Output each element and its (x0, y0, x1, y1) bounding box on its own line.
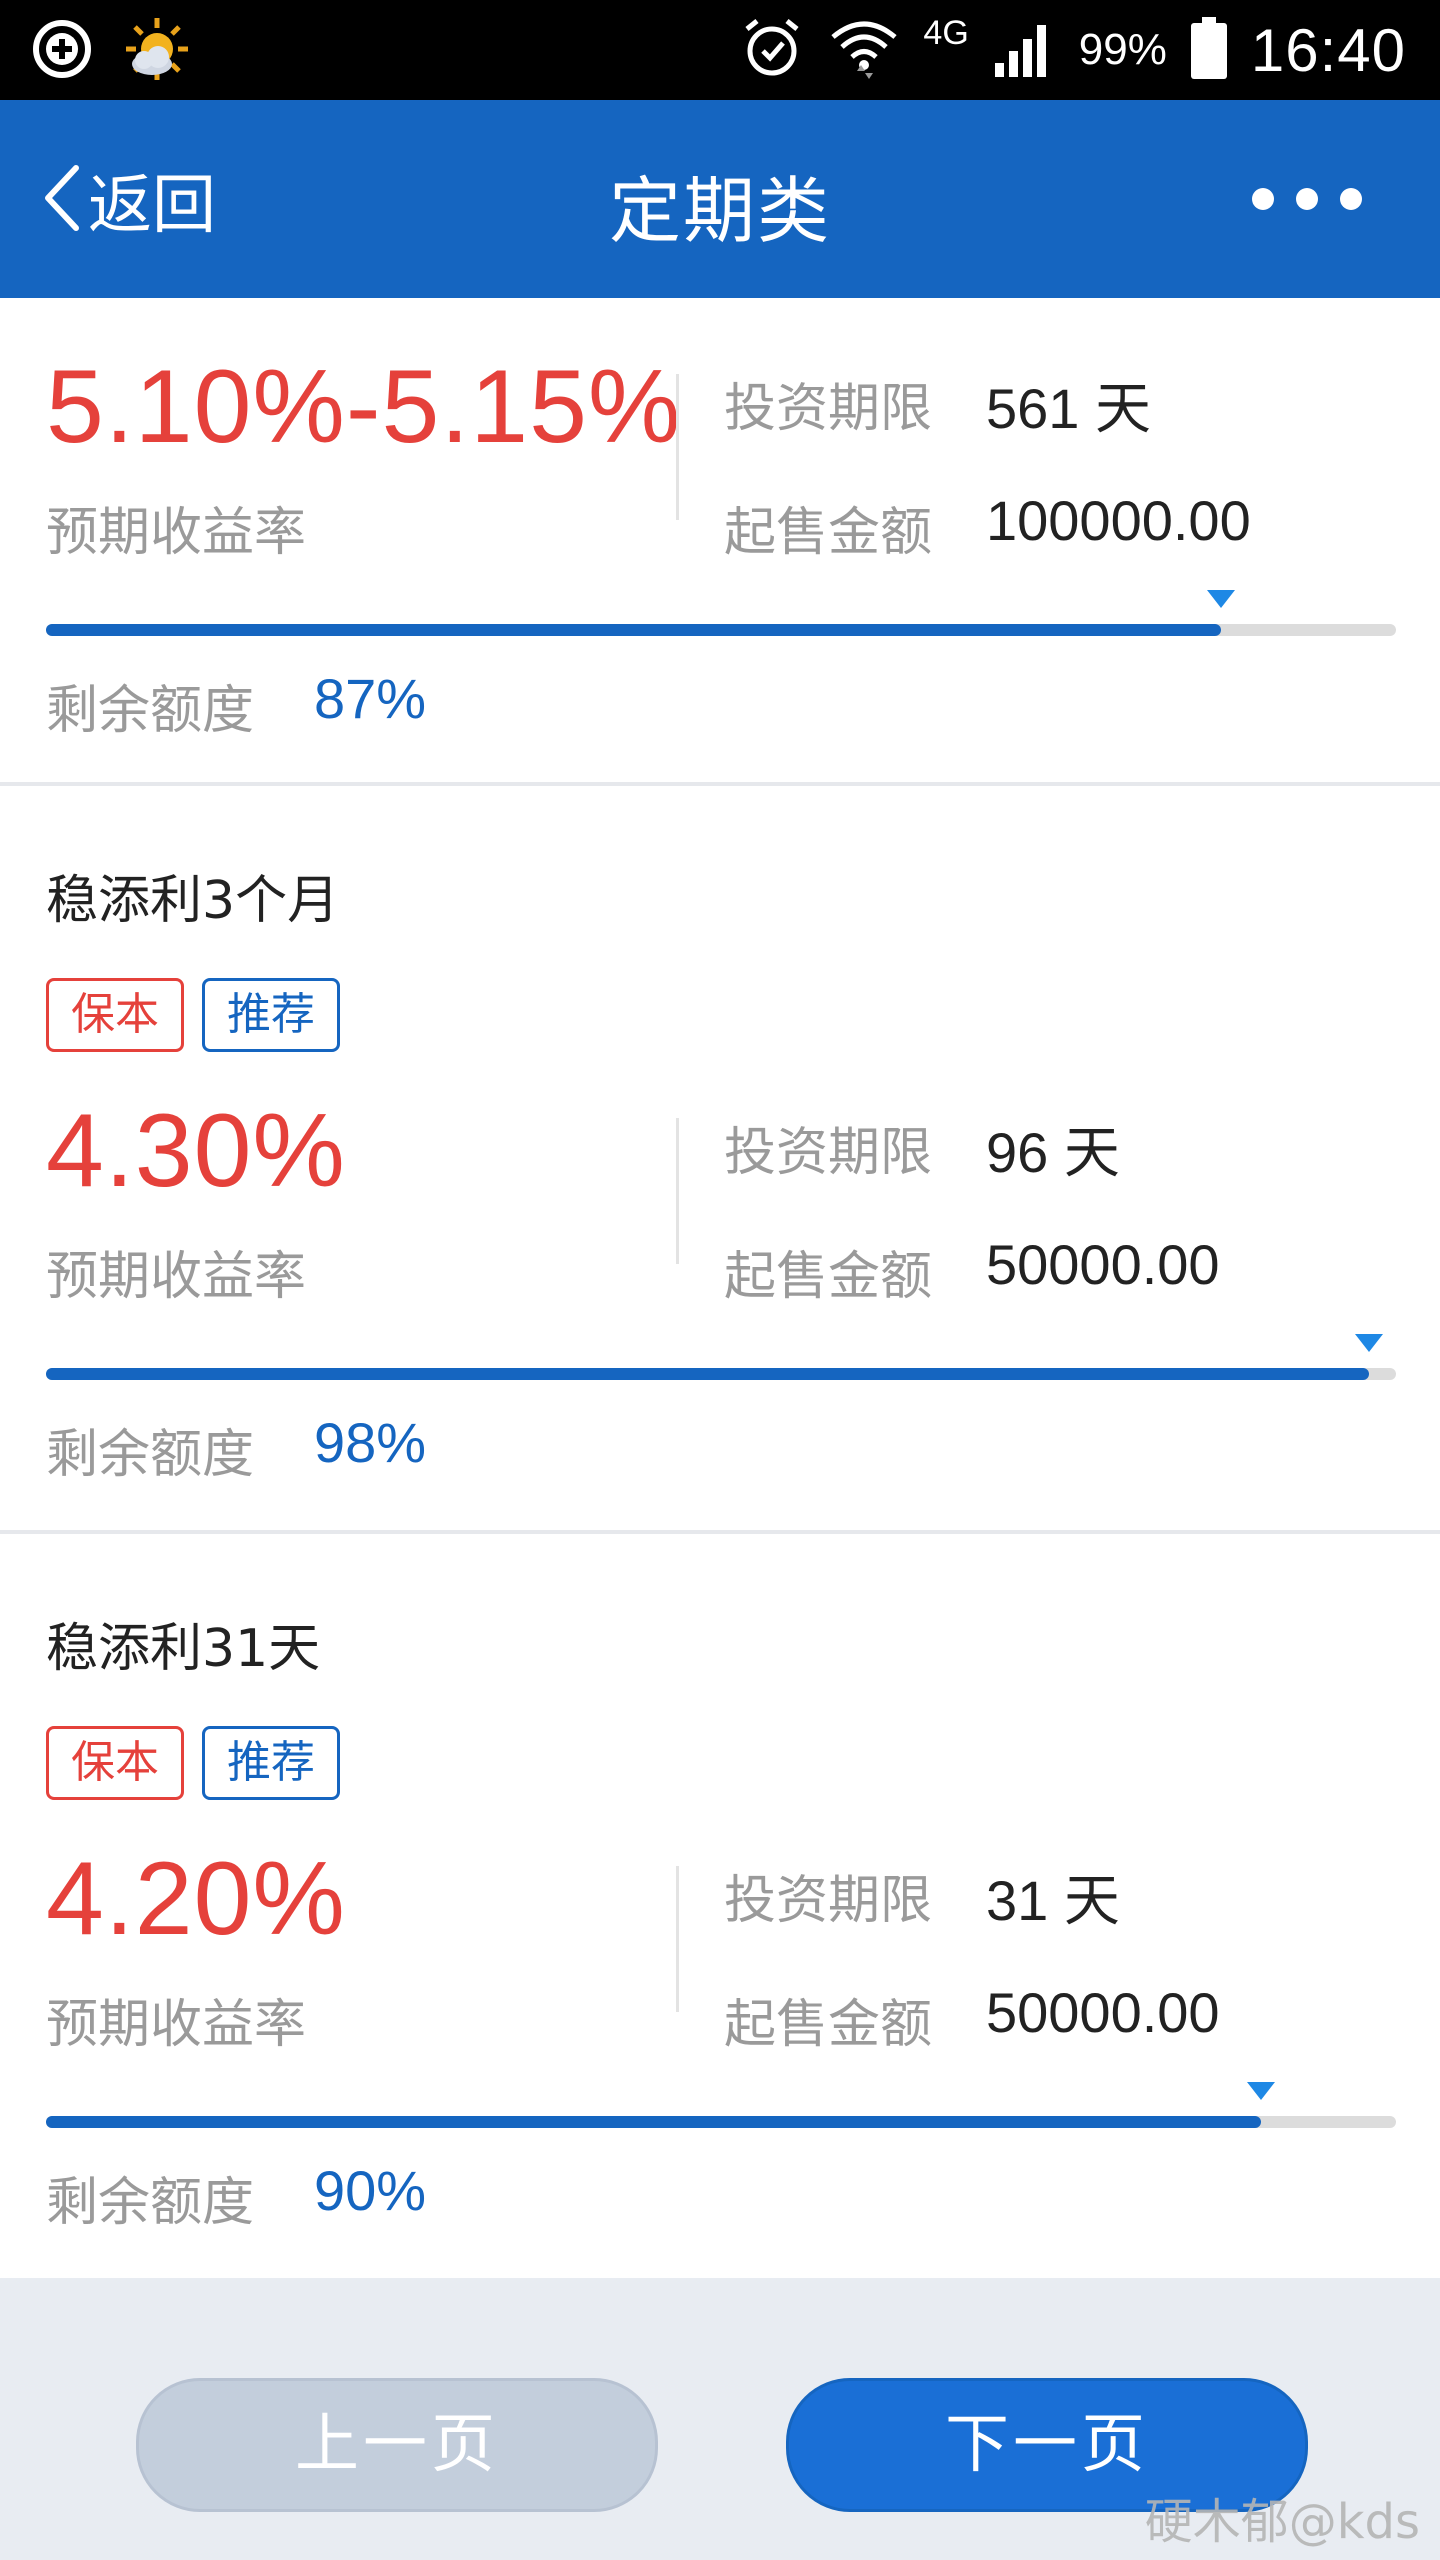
min-amount-value: 50000.00 (986, 1233, 1220, 1296)
progress-marker-icon (1206, 590, 1235, 608)
more-options-button[interactable] (1252, 184, 1362, 214)
wifi-icon (827, 13, 901, 87)
tag-guaranteed: 保本 (46, 978, 184, 1052)
progress-marker-icon (1355, 1334, 1383, 1352)
product-card[interactable]: 稳添利31天 保本 推荐 4.20% 预期收益率 投资期限 31 天 起售金额 … (0, 1534, 1440, 2278)
product-list: 5.10%-5.15% 预期收益率 投资期限 561 天 起售金额 100000… (0, 298, 1440, 2278)
status-bar-right: 4G 99% 16:40 (739, 10, 1406, 90)
progress-fill (46, 624, 1221, 636)
previous-page-button[interactable]: 上一页 (136, 2378, 658, 2512)
min-amount-label: 起售金额 (724, 1995, 933, 2055)
remaining-label: 剩余额度 (46, 2173, 255, 2233)
term-label: 投资期限 (724, 1871, 933, 1931)
page-title: 定期类 (608, 169, 831, 253)
term-value: 31 天 (986, 1869, 1120, 1932)
remaining-value: 98% (314, 1411, 427, 1474)
rate-label: 预期收益率 (46, 1995, 307, 2055)
tag-recommended: 推荐 (202, 1726, 340, 1800)
watermark-text: 硬木郁@kds (1144, 2494, 1420, 2550)
remaining-progress-bar (46, 2082, 1396, 2128)
rate-value: 4.20% (46, 1841, 346, 1957)
tag-recommended: 推荐 (202, 978, 340, 1052)
pager-footer: 上一页 下一页 硬木郁@kds (0, 2278, 1440, 2560)
remaining-value: 90% (314, 2159, 427, 2222)
clock: 16:40 (1250, 16, 1406, 84)
status-bar: 4G 99% 16:40 (0, 0, 1440, 100)
column-divider (676, 1866, 679, 2012)
remaining-progress-bar (46, 1334, 1396, 1380)
column-divider (676, 1118, 679, 1264)
product-title: 稳添利31天 (46, 1619, 321, 1679)
min-amount-value: 50000.00 (986, 1981, 1220, 2044)
more-dots-icon (1340, 188, 1362, 210)
weather-sun-cloud-icon (122, 14, 192, 88)
min-amount-label: 起售金额 (724, 1247, 933, 1307)
min-amount-label: 起售金额 (724, 503, 933, 563)
progress-marker-icon (1247, 2082, 1275, 2100)
battery-percent: 99% (1078, 25, 1167, 74)
remaining-value: 87% (314, 667, 427, 730)
app-screen: 4G 99% 16:40 返回 定期类 5.10%-5.15% 预期收益率 投资… (0, 0, 1440, 2560)
status-bar-left (30, 16, 192, 86)
product-card[interactable]: 稳添利3个月 保本 推荐 4.30% 预期收益率 投资期限 96 天 起售金额 … (0, 786, 1440, 1530)
network-type-label: 4G (923, 14, 969, 52)
rate-label: 预期收益率 (46, 1247, 307, 1307)
remaining-label: 剩余额度 (46, 1425, 255, 1485)
more-dots-icon (1296, 188, 1318, 210)
min-amount-value: 100000.00 (986, 489, 1251, 552)
product-title: 稳添利3个月 (46, 871, 340, 931)
signal-icon (991, 15, 1057, 85)
term-value: 561 天 (986, 377, 1151, 440)
header-bar: 返回 定期类 (0, 100, 1440, 298)
alarm-icon (739, 15, 805, 85)
term-label: 投资期限 (724, 379, 933, 439)
more-dots-icon (1252, 188, 1274, 210)
rate-label: 预期收益率 (46, 503, 307, 563)
term-value: 96 天 (986, 1121, 1120, 1184)
tag-guaranteed: 保本 (46, 1726, 184, 1800)
remaining-label: 剩余额度 (46, 681, 255, 741)
term-label: 投资期限 (724, 1123, 933, 1183)
add-circle-icon (30, 17, 94, 85)
rate-value: 5.10%-5.15% (46, 349, 682, 465)
rate-value: 4.30% (46, 1093, 346, 1209)
progress-fill (46, 2116, 1261, 2128)
product-card[interactable]: 5.10%-5.15% 预期收益率 投资期限 561 天 起售金额 100000… (0, 298, 1440, 784)
column-divider (676, 374, 679, 520)
progress-fill (46, 1368, 1369, 1380)
remaining-progress-bar (46, 590, 1396, 636)
battery-icon (1189, 15, 1229, 85)
